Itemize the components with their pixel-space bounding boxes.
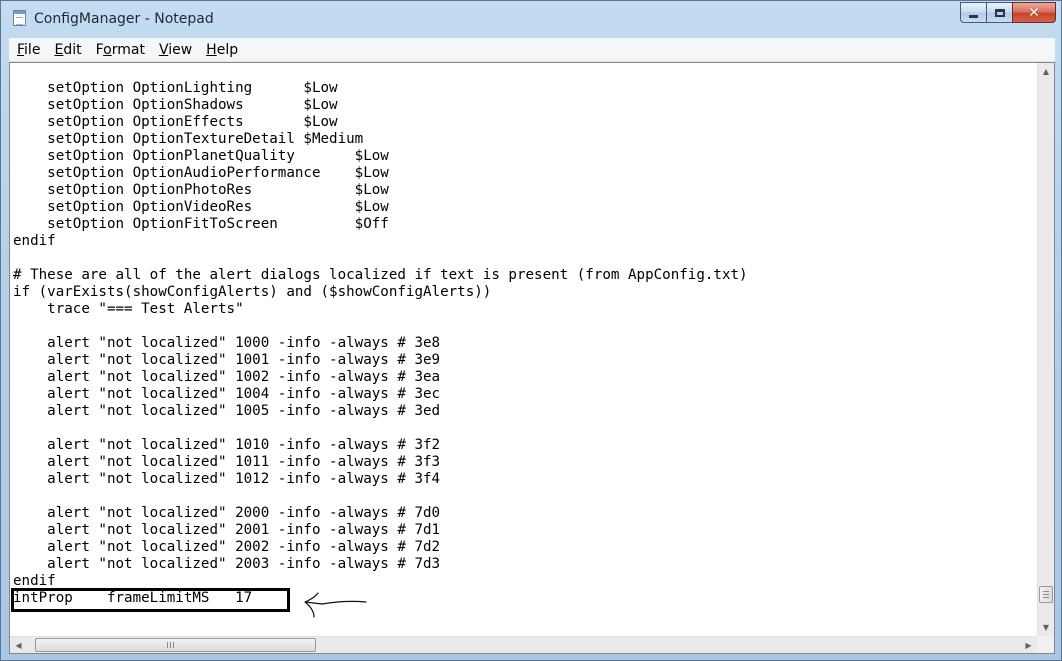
editor-line[interactable]: setOption OptionEffects $Low <box>13 114 748 131</box>
arrow-annotation-icon <box>304 592 367 618</box>
menu-edit[interactable]: Edit <box>46 40 87 60</box>
scroll-left-button[interactable]: ◀ <box>10 637 27 653</box>
menu-view[interactable]: View <box>151 40 198 60</box>
arrow-down-icon: ▼ <box>1042 623 1050 632</box>
editor-line[interactable]: alert "not localized" 1011 -info -always… <box>13 454 748 471</box>
editor-line[interactable]: setOption OptionFitToScreen $Off <box>13 216 748 233</box>
editor-line[interactable]: setOption OptionShadows $Low <box>13 97 748 114</box>
editor-line[interactable]: alert "not localized" 1012 -info -always… <box>13 471 748 488</box>
editor-line[interactable]: setOption OptionAudioPerformance $Low <box>13 165 748 182</box>
editor-line[interactable]: setOption OptionTextureDetail $Medium <box>13 131 748 148</box>
horizontal-scrollbar[interactable]: ◀ ▶ <box>10 636 1037 653</box>
editor-line[interactable]: alert "not localized" 1001 -info -always… <box>13 352 748 369</box>
notepad-window: ConfigManager - Notepad ✕ File Edit Form… <box>0 0 1062 661</box>
editor-line[interactable]: alert "not localized" 1010 -info -always… <box>13 437 748 454</box>
menu-bar: File Edit Format View Help <box>9 38 1055 62</box>
editor-line[interactable]: setOption OptionVideoRes $Low <box>13 199 748 216</box>
scroll-down-button[interactable]: ▼ <box>1038 619 1054 636</box>
menu-format[interactable]: Format <box>88 40 151 60</box>
editor-line[interactable]: trace "=== Test Alerts" <box>13 301 748 318</box>
editor-line[interactable]: alert "not localized" 1000 -info -always… <box>13 335 748 352</box>
editor-line[interactable]: alert "not localized" 2002 -info -always… <box>13 539 748 556</box>
editor-line[interactable]: alert "not localized" 1002 -info -always… <box>13 369 748 386</box>
title-bar[interactable]: ConfigManager - Notepad ✕ <box>1 1 1061 37</box>
editor-line[interactable]: alert "not localized" 1004 -info -always… <box>13 386 748 403</box>
editor-line[interactable]: # These are all of the alert dialogs loc… <box>13 267 748 284</box>
highlight-annotation-box <box>11 588 290 612</box>
editor-line[interactable]: alert "not localized" 2000 -info -always… <box>13 505 748 522</box>
text-editor[interactable]: setOption OptionLighting $Low setOption … <box>9 62 1055 654</box>
vertical-scrollbar[interactable]: ▲ ▼ <box>1037 63 1054 636</box>
close-button[interactable]: ✕ <box>1012 2 1056 23</box>
editor-text[interactable]: setOption OptionLighting $Low setOption … <box>13 80 748 607</box>
scrollbar-corner <box>1037 636 1054 653</box>
editor-line[interactable]: if (varExists(showConfigAlerts) and ($sh… <box>13 284 748 301</box>
editor-line[interactable]: endif <box>13 233 748 250</box>
vertical-scroll-thumb[interactable] <box>1039 586 1053 603</box>
editor-line[interactable] <box>13 318 748 335</box>
editor-line[interactable] <box>13 488 748 505</box>
editor-line[interactable]: alert "not localized" 2001 -info -always… <box>13 522 748 539</box>
horizontal-scroll-thumb[interactable] <box>35 638 316 652</box>
maximize-icon <box>994 8 1005 17</box>
menu-help[interactable]: Help <box>198 40 244 60</box>
editor-line[interactable]: setOption OptionLighting $Low <box>13 80 748 97</box>
menu-file[interactable]: File <box>9 40 46 60</box>
close-icon: ✕ <box>1028 4 1040 21</box>
arrow-left-icon: ◀ <box>15 640 22 650</box>
editor-line[interactable]: alert "not localized" 2003 -info -always… <box>13 556 748 573</box>
notepad-icon[interactable] <box>13 10 26 26</box>
arrow-right-icon: ▶ <box>1025 640 1032 650</box>
arrow-up-icon: ▲ <box>1042 67 1050 76</box>
editor-line[interactable]: alert "not localized" 1005 -info -always… <box>13 403 748 420</box>
scroll-up-button[interactable]: ▲ <box>1038 63 1054 80</box>
maximize-button[interactable] <box>986 2 1012 23</box>
minimize-icon <box>969 14 978 18</box>
editor-line[interactable] <box>13 250 748 267</box>
editor-line[interactable] <box>13 420 748 437</box>
minimize-button[interactable] <box>960 2 986 23</box>
editor-line[interactable]: setOption OptionPhotoRes $Low <box>13 182 748 199</box>
scroll-right-button[interactable]: ▶ <box>1020 637 1037 653</box>
editor-line[interactable]: setOption OptionPlanetQuality $Low <box>13 148 748 165</box>
caption-buttons: ✕ <box>960 2 1056 24</box>
window-title: ConfigManager - Notepad <box>34 11 214 27</box>
